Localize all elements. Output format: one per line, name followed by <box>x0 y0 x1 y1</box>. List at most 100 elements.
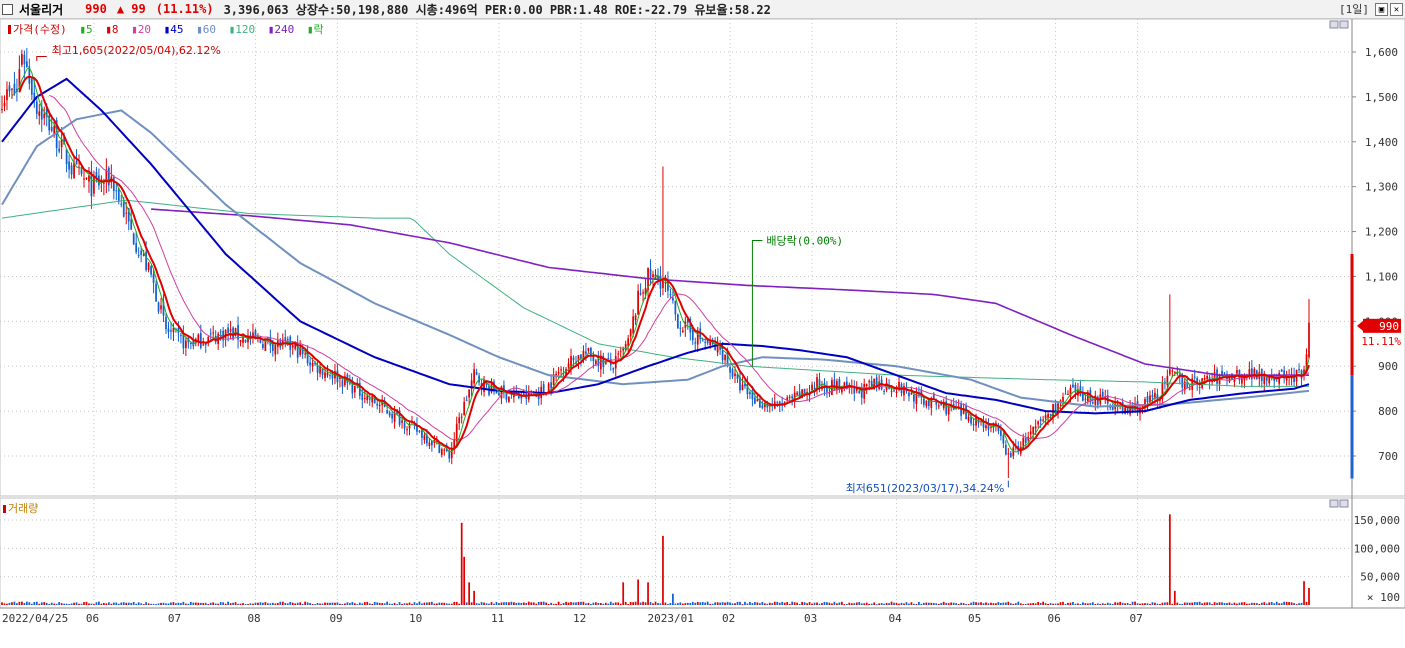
volume-bar <box>212 602 215 605</box>
volume-bar <box>1176 602 1179 605</box>
volume-bar <box>428 602 431 605</box>
candle <box>6 89 8 101</box>
candle <box>132 233 135 245</box>
volume-bar <box>110 603 113 605</box>
candle <box>629 329 632 337</box>
volume-bar <box>823 601 826 605</box>
volume-bar <box>1243 602 1246 605</box>
volume-bar <box>1303 581 1305 605</box>
volume-bar <box>450 603 453 605</box>
volume-bar <box>1089 603 1092 605</box>
candle <box>672 297 674 301</box>
volume-bar <box>736 601 739 605</box>
volume-bar <box>1134 601 1136 605</box>
volume-bar <box>908 603 910 605</box>
volume-bar <box>33 602 36 605</box>
volume-bar <box>107 602 110 605</box>
x-tick-label: 03 <box>804 612 817 625</box>
volume-bar <box>572 602 575 605</box>
volume-bar <box>1250 602 1253 605</box>
volume-bar <box>160 602 162 605</box>
volume-bar <box>1168 514 1171 605</box>
candle <box>1285 377 1288 381</box>
price-change-pct: (11.11%) <box>155 2 214 16</box>
x-tick-label: 12 <box>573 612 586 625</box>
volume-bar <box>1208 602 1211 605</box>
candle <box>1173 371 1176 373</box>
volume-bar <box>187 603 190 605</box>
volume-bar <box>1007 601 1010 605</box>
volume-bar <box>1273 603 1276 605</box>
volume-bar <box>262 602 264 605</box>
volume-bar <box>995 603 997 605</box>
candle <box>557 372 560 374</box>
candle <box>1009 453 1012 457</box>
candle <box>913 394 915 402</box>
volume-bar <box>478 603 480 605</box>
candle <box>495 391 498 394</box>
volume-bar <box>709 603 712 605</box>
candle <box>368 398 371 400</box>
volume-bar <box>1223 603 1226 605</box>
volume-bar <box>430 601 433 605</box>
candle <box>932 394 935 399</box>
candle <box>311 362 314 367</box>
volume-bar <box>612 603 615 605</box>
volume-bar <box>617 602 620 605</box>
volume-bar <box>336 602 339 605</box>
timeframe-button[interactable]: [1일] <box>1339 1 1369 17</box>
volume-bar <box>55 603 58 605</box>
candle <box>749 392 751 395</box>
volume-bar <box>1191 602 1194 605</box>
volume-bar <box>903 603 905 605</box>
volume-bar <box>992 603 995 605</box>
volume-bar <box>1002 602 1005 605</box>
volume-bar <box>525 602 528 605</box>
volume-bar <box>945 602 948 605</box>
candle <box>612 368 615 370</box>
volume-bar <box>1238 602 1241 605</box>
volume-bar <box>1119 601 1122 605</box>
volume-bar <box>500 602 503 605</box>
volume-bar <box>1183 602 1186 605</box>
volume-bar <box>271 602 274 605</box>
volume-bar <box>724 602 726 605</box>
candle <box>652 274 654 278</box>
candle <box>304 353 307 355</box>
volume-bar <box>607 603 610 605</box>
candle <box>840 389 843 393</box>
volume-bar <box>93 604 95 606</box>
volume-bar <box>60 603 63 605</box>
volume-bar <box>398 602 401 605</box>
volume-bar <box>532 602 535 605</box>
candle <box>498 392 500 396</box>
candle <box>731 369 734 377</box>
volume-bar <box>460 522 463 605</box>
volume-bar <box>597 602 600 605</box>
volume-bar <box>679 602 682 605</box>
volume-bar <box>985 602 987 605</box>
volume-bar <box>475 603 478 605</box>
volume-bar <box>189 601 192 605</box>
volume-bar <box>836 603 838 605</box>
volume-bar <box>458 603 461 605</box>
close-icon[interactable]: ✕ <box>1390 2 1403 16</box>
candle <box>157 302 160 312</box>
volume-bar <box>329 602 331 605</box>
volume-bar <box>1000 603 1002 605</box>
volume-tick-label: 50,000 <box>1360 571 1400 584</box>
checkbox[interactable] <box>2 3 13 15</box>
volume-bar <box>512 602 515 605</box>
restore-icon[interactable]: ▣ <box>1375 2 1388 16</box>
volume-bar <box>689 603 692 605</box>
volume-bar <box>691 601 694 605</box>
candle <box>908 392 910 397</box>
panel-button-icon <box>1339 499 1349 508</box>
volume-bar <box>353 603 356 605</box>
x-tick-label: 04 <box>889 612 903 625</box>
candle <box>649 268 652 279</box>
volume-bar <box>1216 602 1218 605</box>
candle <box>326 372 329 376</box>
volume-bar <box>162 602 165 605</box>
volume-bar <box>744 601 746 605</box>
